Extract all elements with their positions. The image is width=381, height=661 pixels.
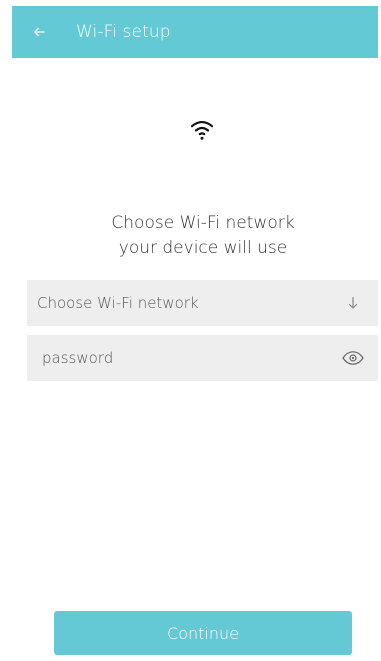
wifi-network-value: Choose Wi-Fi network (37, 294, 199, 312)
down-arrow-icon (340, 293, 366, 313)
eye-icon[interactable] (340, 348, 366, 368)
password-input[interactable] (42, 349, 340, 367)
headline-line-1: Choose Wi-Fi network (111, 213, 295, 233)
password-field[interactable] (27, 335, 378, 381)
headline-line-2: your device will use (118, 238, 288, 258)
back-button[interactable] (29, 22, 49, 42)
setup-instructions: Choose Wi-Fi network your device will us… (36, 211, 370, 261)
page-title: Wi-Fi setup (76, 22, 171, 42)
continue-button[interactable]: Continue (54, 611, 352, 655)
wifi-setup-screen: Wi-Fi setup Choose Wi-Fi network your de… (12, 6, 378, 661)
back-arrow-icon (34, 27, 45, 37)
wifi-icon (190, 120, 214, 140)
app-bar: Wi-Fi setup (12, 6, 378, 58)
wifi-network-selector[interactable]: Choose Wi-Fi network (27, 280, 378, 326)
